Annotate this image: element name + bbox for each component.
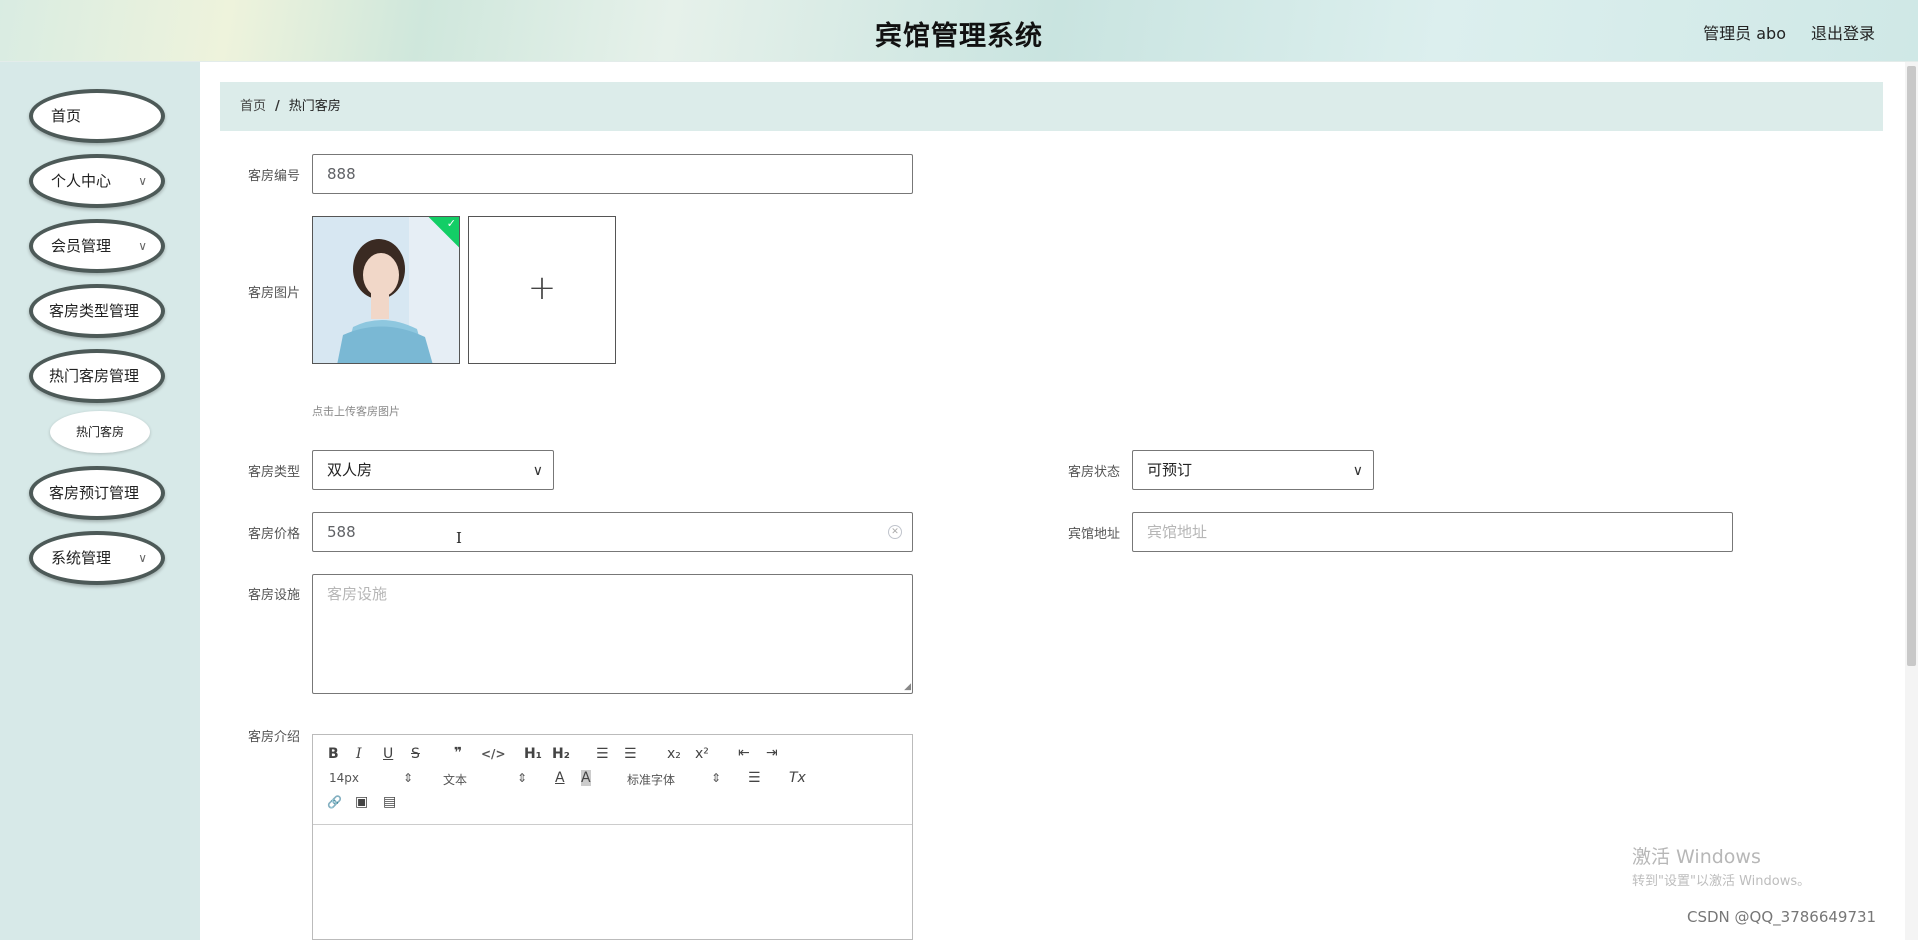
sidebar-item-label: 客房类型管理 bbox=[49, 302, 140, 320]
clear-format-icon[interactable]: Tx bbox=[789, 770, 806, 786]
italic-icon[interactable]: I bbox=[356, 746, 362, 762]
room-price-input[interactable]: 588 ✕ bbox=[312, 512, 913, 552]
top-header: 宾馆管理系统 管理员 abo 退出登录 bbox=[0, 0, 1918, 62]
room-type-value: 双人房 bbox=[327, 461, 373, 479]
site-title: 宾馆管理系统 bbox=[875, 21, 1043, 52]
editor-content-area[interactable] bbox=[313, 825, 912, 940]
font-family-select[interactable]: 标准字体 bbox=[627, 771, 675, 788]
heading2-icon[interactable]: H₂ bbox=[552, 746, 570, 762]
underline-icon[interactable]: U bbox=[383, 746, 393, 762]
editor-toolbar: B I U S ❞ </> H₁ H₂ ☰ ☰ x₂ x² ⇤ ⇥ 14px ⇕… bbox=[313, 735, 912, 825]
csdn-watermark: CSDN @QQ_3786649731 bbox=[1687, 908, 1877, 926]
select-arrows-icon: ⇕ bbox=[403, 771, 414, 785]
page-scrollbar[interactable] bbox=[1905, 62, 1918, 940]
sidebar-item-personal-center[interactable]: 个人中心 ∨ bbox=[29, 154, 165, 208]
text-cursor-icon: I bbox=[456, 529, 462, 547]
subscript-icon[interactable]: x₂ bbox=[667, 746, 681, 762]
sidebar-item-label: 首页 bbox=[51, 107, 82, 125]
link-icon[interactable]: 🔗 bbox=[327, 795, 342, 809]
code-block-icon[interactable]: </> bbox=[481, 747, 506, 761]
room-intro-label: 客房介绍 bbox=[247, 730, 300, 745]
room-photo-image bbox=[313, 217, 459, 363]
select-arrows-icon: ⇕ bbox=[711, 771, 722, 785]
sidebar-item-member-management[interactable]: 会员管理 ∨ bbox=[29, 219, 165, 273]
sidebar-item-hot-room-management[interactable]: 热门客房管理 bbox=[29, 349, 165, 403]
sidebar-item-room-booking-management[interactable]: 客房预订管理 bbox=[29, 466, 165, 520]
room-image-label: 客房图片 bbox=[247, 286, 300, 301]
breadcrumb-separator: / bbox=[275, 99, 280, 114]
chevron-down-icon: ∨ bbox=[138, 551, 147, 565]
check-icon: ✓ bbox=[446, 217, 456, 230]
windows-activation-hint: 转到"设置"以激活 Windows。 bbox=[1632, 874, 1811, 889]
chevron-down-icon: ∨ bbox=[138, 239, 147, 253]
room-image-thumbnail[interactable]: ✓ bbox=[312, 216, 460, 364]
clear-icon[interactable]: ✕ bbox=[888, 525, 902, 539]
room-facilities-textarea[interactable]: 客房设施 ◢ bbox=[312, 574, 913, 694]
room-number-input[interactable]: 888 bbox=[312, 154, 913, 194]
image-icon[interactable]: ▣ bbox=[355, 794, 368, 810]
upload-tip: 点击上传客房图片 bbox=[312, 405, 400, 418]
room-price-value: 588 bbox=[327, 523, 356, 541]
hotel-address-label: 宾馆地址 bbox=[1067, 527, 1120, 542]
upload-add-button[interactable]: + bbox=[468, 216, 616, 364]
strikethrough-icon[interactable]: S bbox=[411, 746, 420, 762]
align-icon[interactable]: ☰ bbox=[748, 770, 761, 786]
room-status-value: 可预订 bbox=[1147, 461, 1193, 479]
breadcrumb: 首页 / 热门客房 bbox=[220, 82, 1883, 131]
room-status-label: 客房状态 bbox=[1067, 465, 1120, 480]
room-type-select[interactable]: 双人房 ∨ bbox=[312, 450, 554, 490]
sidebar-item-home[interactable]: 首页 bbox=[29, 89, 165, 143]
rich-text-editor: B I U S ❞ </> H₁ H₂ ☰ ☰ x₂ x² ⇤ ⇥ 14px ⇕… bbox=[312, 734, 913, 940]
admin-user-label: 管理员 abo bbox=[1703, 24, 1786, 43]
room-status-select[interactable]: 可预订 ∨ bbox=[1132, 450, 1374, 490]
hotel-address-input[interactable]: 宾馆地址 bbox=[1132, 512, 1733, 552]
resize-handle-icon[interactable]: ◢ bbox=[904, 683, 911, 692]
ordered-list-icon[interactable]: ☰ bbox=[596, 746, 609, 762]
room-type-label: 客房类型 bbox=[247, 465, 300, 480]
heading1-icon[interactable]: H₁ bbox=[524, 746, 542, 762]
superscript-icon[interactable]: x² bbox=[695, 746, 709, 762]
sidebar-item-label: 客房预订管理 bbox=[49, 484, 140, 502]
breadcrumb-home[interactable]: 首页 bbox=[240, 99, 266, 114]
blockquote-icon[interactable]: ❞ bbox=[454, 745, 462, 761]
bold-icon[interactable]: B bbox=[328, 746, 339, 762]
font-color-icon[interactable]: A bbox=[555, 770, 565, 786]
logout-link[interactable]: 退出登录 bbox=[1811, 20, 1875, 44]
chevron-down-icon: ∨ bbox=[532, 463, 543, 479]
select-arrows-icon: ⇕ bbox=[517, 771, 528, 785]
sidebar-item-label: 会员管理 bbox=[51, 237, 112, 255]
video-icon[interactable]: ▤ bbox=[383, 794, 396, 810]
indent-icon[interactable]: ⇥ bbox=[766, 745, 778, 761]
background-color-icon[interactable]: A bbox=[581, 770, 591, 786]
room-number-label: 客房编号 bbox=[247, 169, 300, 184]
sidebar-subitem-hot-rooms[interactable]: 热门客房 bbox=[50, 411, 150, 453]
scrollbar-thumb[interactable] bbox=[1907, 66, 1916, 666]
sidebar-item-room-type-management[interactable]: 客房类型管理 bbox=[29, 284, 165, 338]
room-facilities-label: 客房设施 bbox=[247, 588, 300, 603]
sidebar-item-label: 热门客房管理 bbox=[49, 367, 140, 385]
breadcrumb-current: 热门客房 bbox=[288, 99, 341, 114]
sidebar: 首页 个人中心 ∨ 会员管理 ∨ 客房类型管理 热门客房管理 热门客房 客房预订… bbox=[0, 62, 200, 940]
font-size-select[interactable]: 14px bbox=[329, 771, 359, 785]
room-price-label: 客房价格 bbox=[247, 527, 300, 542]
sidebar-item-label: 个人中心 bbox=[51, 172, 112, 190]
windows-activation-title: 激活 Windows bbox=[1632, 846, 1761, 868]
sidebar-item-system-management[interactable]: 系统管理 ∨ bbox=[29, 531, 165, 585]
outdent-icon[interactable]: ⇤ bbox=[738, 745, 750, 761]
bullet-list-icon[interactable]: ☰ bbox=[624, 746, 637, 762]
text-style-select[interactable]: 文本 bbox=[443, 771, 467, 788]
room-facilities-placeholder: 客房设施 bbox=[327, 585, 388, 603]
chevron-down-icon: ∨ bbox=[1352, 463, 1363, 479]
sidebar-item-label: 系统管理 bbox=[51, 549, 112, 567]
chevron-down-icon: ∨ bbox=[138, 174, 147, 188]
